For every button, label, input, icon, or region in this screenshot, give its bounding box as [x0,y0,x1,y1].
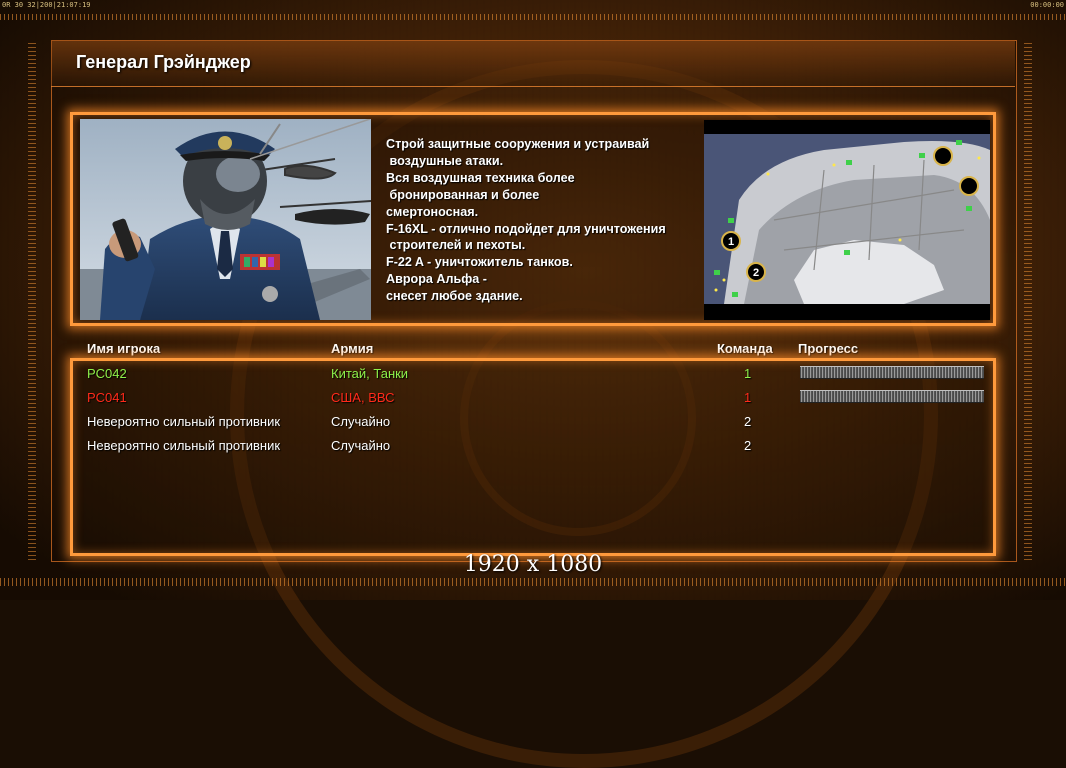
map-preview-image: 1 2 [704,134,990,304]
ruler-left [28,40,36,560]
start-marker-1: 1 [728,236,734,248]
player-progress-bar [800,390,984,403]
resolution-label: 1920 x 1080 [463,552,603,577]
player-name-cell: PC042 [87,366,127,381]
player-army-cell: Китай, Танки [331,366,409,381]
player-team-cell: 2 [744,438,752,453]
ruler-bottom [0,578,1066,586]
description-line: строителей и пехоты. [386,238,526,253]
status-time: 00:00:00 [1030,1,1064,9]
header-player-name: Имя игрока [87,341,161,356]
header-army: Армия [331,341,374,356]
header-team: Команда [717,341,773,356]
description-line: Строй защитные сооружения и устраивай [386,137,650,151]
page-title: Генерал Грэйнджер [76,52,251,72]
description-line: F-22 A - уничтожитель танков. [386,255,573,270]
header-progress: Прогресс [798,341,859,356]
map-preview: 1 2 [704,120,990,320]
description-line: Аврора Альфа - [386,272,487,287]
player-team-cell: 2 [744,414,752,429]
player-army-cell: США, ВВС [331,390,395,405]
players-table [70,358,996,556]
player-team-cell: 1 [744,390,752,405]
description-line: бронированная и более [386,187,540,202]
description-line: снесет любое здание. [386,289,523,304]
status-left: 0R 30 32|200|21:07:19 [2,1,91,9]
general-portrait [80,119,371,320]
player-name-cell: Невероятно сильный противник [87,438,281,453]
player-army-cell: Случайно [331,438,391,453]
ruler-right [1024,40,1032,560]
ruler-top [0,14,1066,20]
player-progress-bar [800,366,984,379]
description-line: Вся воздушная техника более [386,170,575,185]
description-line: воздушные атаки. [386,153,504,168]
description-line: F-16XL - отлично подойдет для уничтожени… [386,221,666,236]
player-army-cell: Случайно [331,414,391,429]
player-name-cell: PC041 [87,390,127,405]
status-bar: 0R 30 32|200|21:07:19 00:00:00 [0,0,1066,10]
description-line: смертоносная. [386,204,479,219]
start-marker-2: 2 [753,267,759,279]
general-portrait-image [80,119,371,320]
player-team-cell: 1 [744,366,752,381]
general-description: Строй защитные сооружения и устраивай во… [386,136,696,305]
player-name-cell: Невероятно сильный противник [87,414,281,429]
